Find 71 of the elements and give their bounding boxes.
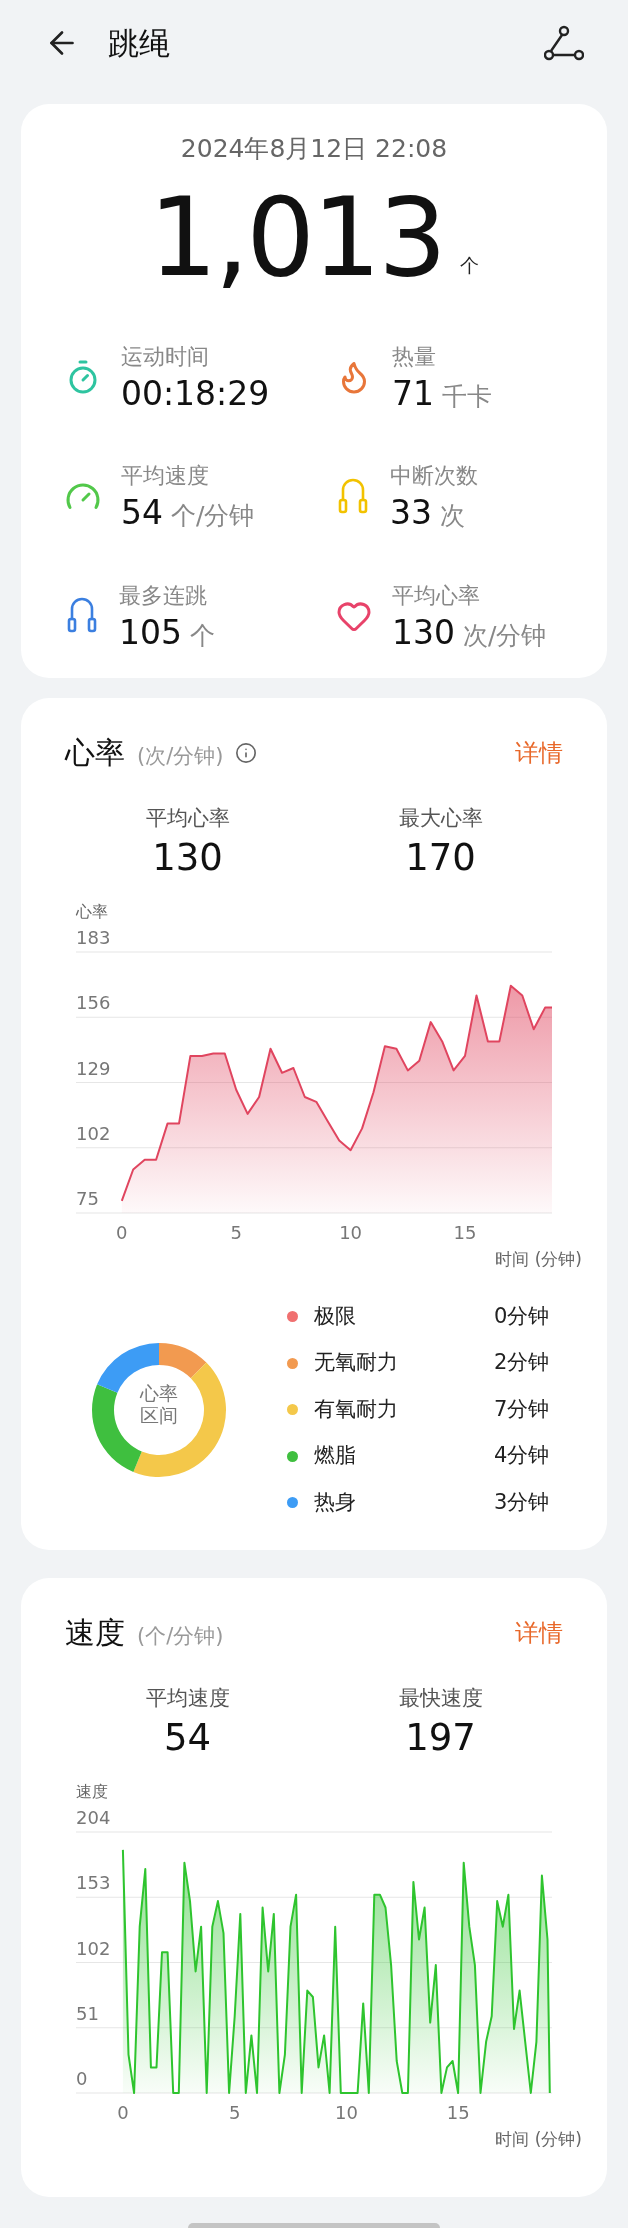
y-tick-label: 102 xyxy=(76,1937,111,1959)
metric-label: 最大心率 xyxy=(398,805,483,832)
x-tick-label: 5 xyxy=(230,1221,242,1243)
details-link[interactable]: 详情 xyxy=(515,1614,563,1651)
metric-value: 197 xyxy=(405,1714,476,1761)
donut-center-label: 心率区间 xyxy=(139,1381,179,1428)
stat-label: 平均速度 xyxy=(121,462,210,490)
stat-value: 33 xyxy=(390,492,432,534)
zone-label: 无氧耐力 xyxy=(314,1349,399,1377)
stat-label: 中断次数 xyxy=(390,462,478,490)
unit-label: (个/分钟) xyxy=(137,1623,224,1651)
metric-value: 170 xyxy=(405,834,476,881)
details-link[interactable]: 详情 xyxy=(515,734,563,771)
zone-duration: 0分钟 xyxy=(494,1302,550,1330)
card-title: 速度 xyxy=(65,1614,125,1653)
x-tick-label: 0 xyxy=(116,1221,128,1243)
stat-value: 71 xyxy=(392,372,434,414)
stat-unit: 次/分钟 xyxy=(463,619,547,652)
zone-duration: 3分钟 xyxy=(494,1488,550,1516)
metric-label: 平均心率 xyxy=(145,805,230,832)
zone-duration: 2分钟 xyxy=(494,1349,550,1377)
zone-duration: 7分钟 xyxy=(494,1395,550,1423)
y-tick-label: 102 xyxy=(76,1122,111,1144)
stat-unit: 个 xyxy=(190,619,215,652)
unit-label: (次/分钟) xyxy=(137,743,224,770)
workout-datetime: 2024年8月12日 22:08 xyxy=(180,133,448,165)
card-title: 心率 xyxy=(65,734,125,772)
stat-label: 平均心率 xyxy=(392,581,481,610)
y-tick-label: 51 xyxy=(76,2002,99,2024)
x-tick-label: 10 xyxy=(334,2102,358,2123)
jump-rope-icon xyxy=(336,477,370,516)
x-tick-label: 5 xyxy=(228,2102,241,2123)
x-tick-label: 10 xyxy=(339,1221,363,1243)
zone-label: 热身 xyxy=(314,1488,357,1516)
stat-label: 热量 xyxy=(392,342,437,371)
y-tick-label: 0 xyxy=(76,2068,88,2089)
y-tick-label: 156 xyxy=(76,992,111,1013)
x-tick-label: 0 xyxy=(117,2102,129,2123)
zone-duration: 4分钟 xyxy=(494,1442,550,1470)
x-tick-label: 15 xyxy=(453,1221,477,1243)
x-axis-label: 时间 (分钟) xyxy=(495,1248,582,1269)
metric-value: 54 xyxy=(163,1714,212,1761)
y-tick-label: 183 xyxy=(76,926,111,948)
page-title: 跳绳 xyxy=(108,23,170,63)
zone-label: 有氧耐力 xyxy=(314,1395,399,1423)
zone-label: 极限 xyxy=(314,1302,357,1330)
metric-label: 最快速度 xyxy=(398,1685,483,1713)
y-tick-label: 75 xyxy=(76,1187,99,1209)
y-axis-label: 心率 xyxy=(76,901,108,921)
info-icon[interactable] xyxy=(235,741,258,764)
stat-label: 运动时间 xyxy=(121,343,210,372)
x-tick-label: 15 xyxy=(446,2102,470,2123)
stat-value: 105 xyxy=(119,611,182,653)
metric-label: 平均速度 xyxy=(145,1685,230,1713)
stat-unit: 次 xyxy=(440,500,465,532)
count-unit: 个 xyxy=(460,253,480,278)
stat-label: 最多连跳 xyxy=(119,581,208,610)
stat-unit: 个/分钟 xyxy=(171,500,255,532)
metric-value: 130 xyxy=(152,834,223,881)
x-axis-label: 时间 (分钟) xyxy=(495,2129,582,2149)
y-tick-label: 129 xyxy=(76,1057,111,1079)
stat-value: 54 xyxy=(121,492,163,534)
y-tick-label: 204 xyxy=(76,1807,111,1828)
stat-value: 130 xyxy=(392,611,455,653)
jump-count: 1,013 xyxy=(148,183,445,292)
y-axis-label: 速度 xyxy=(76,1782,108,1801)
y-tick-label: 153 xyxy=(76,1872,111,1894)
route-icon[interactable] xyxy=(544,25,584,61)
zone-label: 燃脂 xyxy=(314,1442,357,1470)
stat-unit: 千卡 xyxy=(442,380,492,413)
stat-value: 00:18:29 xyxy=(121,373,270,415)
